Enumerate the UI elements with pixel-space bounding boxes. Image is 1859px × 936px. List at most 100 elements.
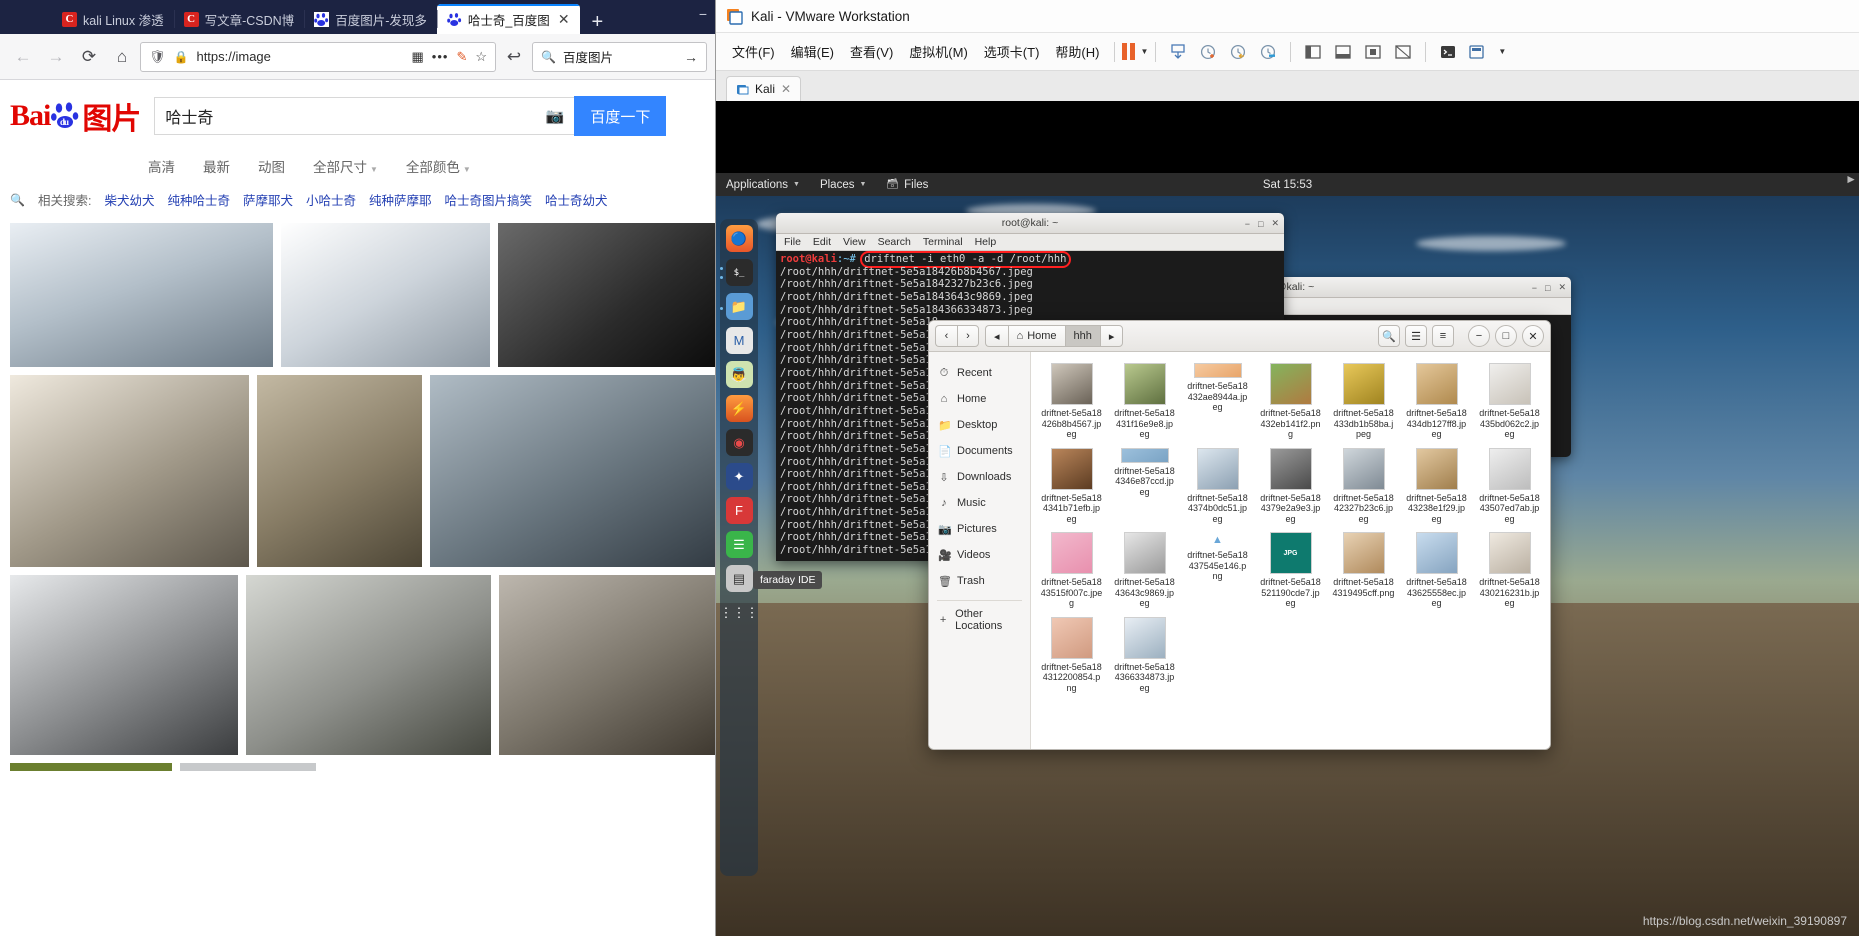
file-item[interactable]: driftnet-5e5a18434db127ff8.jpeg [1400,360,1473,443]
related-term[interactable]: 小哈士奇 [306,190,356,209]
file-item[interactable]: driftnet-5e5a18426b8b4567.jpeg [1035,360,1108,443]
image-result-partial[interactable] [10,763,172,771]
minimize-icon[interactable]: − [1532,283,1537,293]
related-term[interactable]: 纯种哈士奇 [167,190,230,209]
armitage-icon[interactable]: 👼 [725,361,753,388]
sidebar-item-trash[interactable]: 🗑 Trash [929,568,1030,594]
image-result[interactable] [10,223,274,367]
file-item[interactable]: driftnet-5e5a184374b0dc51.jpeg [1181,445,1254,528]
new-tab-button[interactable]: + [580,12,616,34]
pen-icon[interactable]: ✎ [456,49,467,65]
menu-edit[interactable]: Edit [813,236,831,248]
sidebar-item-downloads[interactable]: ⇩ Downloads [929,464,1030,490]
console-icon[interactable] [1433,39,1463,65]
file-item[interactable]: driftnet-5e5a18430216231b.jpeg [1473,529,1546,612]
breadcrumb-home[interactable]: ⌂ Home [1007,325,1065,347]
file-item[interactable]: driftnet-5e5a184341b71efb.jpeg [1035,445,1108,528]
close-icon[interactable]: ✕ [558,12,570,26]
filter-color[interactable]: 全部颜色 ▼ [406,156,471,176]
file-item[interactable]: driftnet-5e5a18431f16e9e8.jpeg [1108,360,1181,443]
breadcrumb-next-button[interactable]: ▸ [1099,325,1124,347]
minimize-icon[interactable]: − [1468,325,1490,347]
image-result[interactable] [10,375,250,567]
menu-edit[interactable]: 编辑(E) [783,38,842,65]
beef-icon[interactable]: ◉ [725,429,753,456]
image-result-partial[interactable] [180,763,316,771]
gnome-applications-menu[interactable]: Applications ▼ [716,179,810,191]
terminal-title-bar[interactable]: root@kali: ~ − □ ✕ [776,213,1284,234]
dropdown-caret-icon[interactable]: ▼ [1140,47,1148,56]
preferences-icon[interactable] [1463,39,1493,65]
menu-search[interactable]: Search [878,236,911,248]
forward-button[interactable]: › [957,325,979,347]
related-term[interactable]: 萨摩耶犬 [243,190,293,209]
gnome-clock[interactable]: Sat 15:53 [1263,179,1312,191]
image-result[interactable] [430,375,715,567]
menu-help[interactable]: Help [975,236,997,248]
dropdown-caret-icon-2[interactable]: ▼ [1498,47,1506,56]
menu-vm[interactable]: 虚拟机(M) [901,38,976,65]
more-icon[interactable]: ••• [432,49,449,64]
undo-button[interactable]: ↩ [499,42,529,72]
file-item[interactable]: driftnet-5e5a1843507ed7ab.jpeg [1473,445,1546,528]
menu-terminal[interactable]: Terminal [923,236,963,248]
baidu-search-input[interactable]: 哈士奇 📷 [154,97,575,135]
sidebar-item-desktop[interactable]: 📁 Desktop [929,412,1030,438]
image-result[interactable] [498,575,715,755]
reload-button[interactable]: ⟳ [74,42,104,72]
file-item[interactable]: driftnet-5e5a184366334873.jpeg [1108,614,1181,697]
vm-tab-kali[interactable]: Kali ✕ [726,76,802,101]
metasploit-icon[interactable]: M [725,327,753,354]
sidebar-item-recent[interactable]: ⏱ Recent [929,360,1030,386]
file-item[interactable]: driftnet-5e5a1843238e1f29.jpeg [1400,445,1473,528]
close-icon[interactable]: ✕ [1271,218,1279,229]
snapshot-icon[interactable] [1163,39,1193,65]
address-bar[interactable]: 🛡 🔒 https://image ▦ ••• ✎ ☆ [140,41,496,72]
search-go-icon[interactable]: → [684,49,698,65]
fit-guest-icon[interactable] [1388,39,1418,65]
menu-view[interactable]: View [843,236,866,248]
camera-icon[interactable]: 📷 [546,107,565,125]
browser-tab-2[interactable]: 百度图片-发现多 [304,4,437,34]
file-item[interactable]: driftnet-5e5a18435bd062c2.jpeg [1473,360,1546,443]
terminal-icon[interactable]: $_ [719,259,753,286]
filter-animated[interactable]: 动图 [258,156,285,176]
file-item[interactable]: driftnet-5e5a1843625558ec.jpeg [1400,529,1473,612]
file-item[interactable]: driftnet-5e5a18432eb141f2.png [1254,360,1327,443]
menu-file[interactable]: File [784,236,801,248]
menu-file[interactable]: 文件(F) [724,38,783,65]
menu-help[interactable]: 帮助(H) [1047,38,1107,65]
image-result[interactable] [281,223,491,367]
snapshot-manager-icon[interactable] [1253,39,1283,65]
related-term[interactable]: 柴犬幼犬 [104,190,154,209]
baidu-search-button[interactable]: 百度一下 [574,96,667,136]
scroll-arrow-icon[interactable]: ► [1845,172,1857,186]
take-snapshot-icon[interactable] [1193,39,1223,65]
bookmark-star-icon[interactable]: ☆ [475,49,487,65]
related-term[interactable]: 纯种萨摩耶 [369,190,432,209]
filter-hd[interactable]: 高清 [148,156,175,176]
maltego-icon[interactable]: ✦ [725,463,753,490]
file-item[interactable]: driftnet-5e5a18433db1b58ba.jpeg [1327,360,1400,443]
search-input[interactable]: 百度图片 [563,47,677,66]
filter-size[interactable]: 全部尺寸 ▼ [313,156,378,176]
qr-icon[interactable]: ▦ [411,49,423,65]
file-item[interactable]: driftnet-5e5a1843515f007c.jpeg [1035,529,1108,612]
fit-window-icon[interactable] [1358,39,1388,65]
related-term[interactable]: 哈士奇幼犬 [545,190,608,209]
back-button[interactable]: ← [8,42,38,72]
close-icon[interactable]: ✕ [1558,282,1566,293]
baidu-logo[interactable]: Bai du 图片 [10,94,141,138]
files-window[interactable]: ‹ › ◂ ⌂ Home hhh ▸ 🔍 ☰ ≡ − □ ✕ ⏱ Recent … [928,320,1551,750]
minimize-icon[interactable]: − [1245,219,1250,229]
file-item[interactable]: ▲ driftnet-5e5a18437545e146.png [1181,529,1254,612]
burpsuite-icon[interactable]: ⚡ [725,395,753,422]
faraday-icon[interactable]: F [725,497,753,524]
layout-bottom-icon[interactable] [1328,39,1358,65]
gnome-files-menu[interactable]: 🗃 Files [876,179,938,191]
related-term[interactable]: 哈士奇图片搞笑 [445,190,533,209]
maximize-icon[interactable]: □ [1495,325,1517,347]
filter-latest[interactable]: 最新 [203,156,230,176]
file-item[interactable]: driftnet-5e5a1842327b23c6.jpeg [1327,445,1400,528]
breadcrumb-prev-button[interactable]: ◂ [985,325,1008,347]
